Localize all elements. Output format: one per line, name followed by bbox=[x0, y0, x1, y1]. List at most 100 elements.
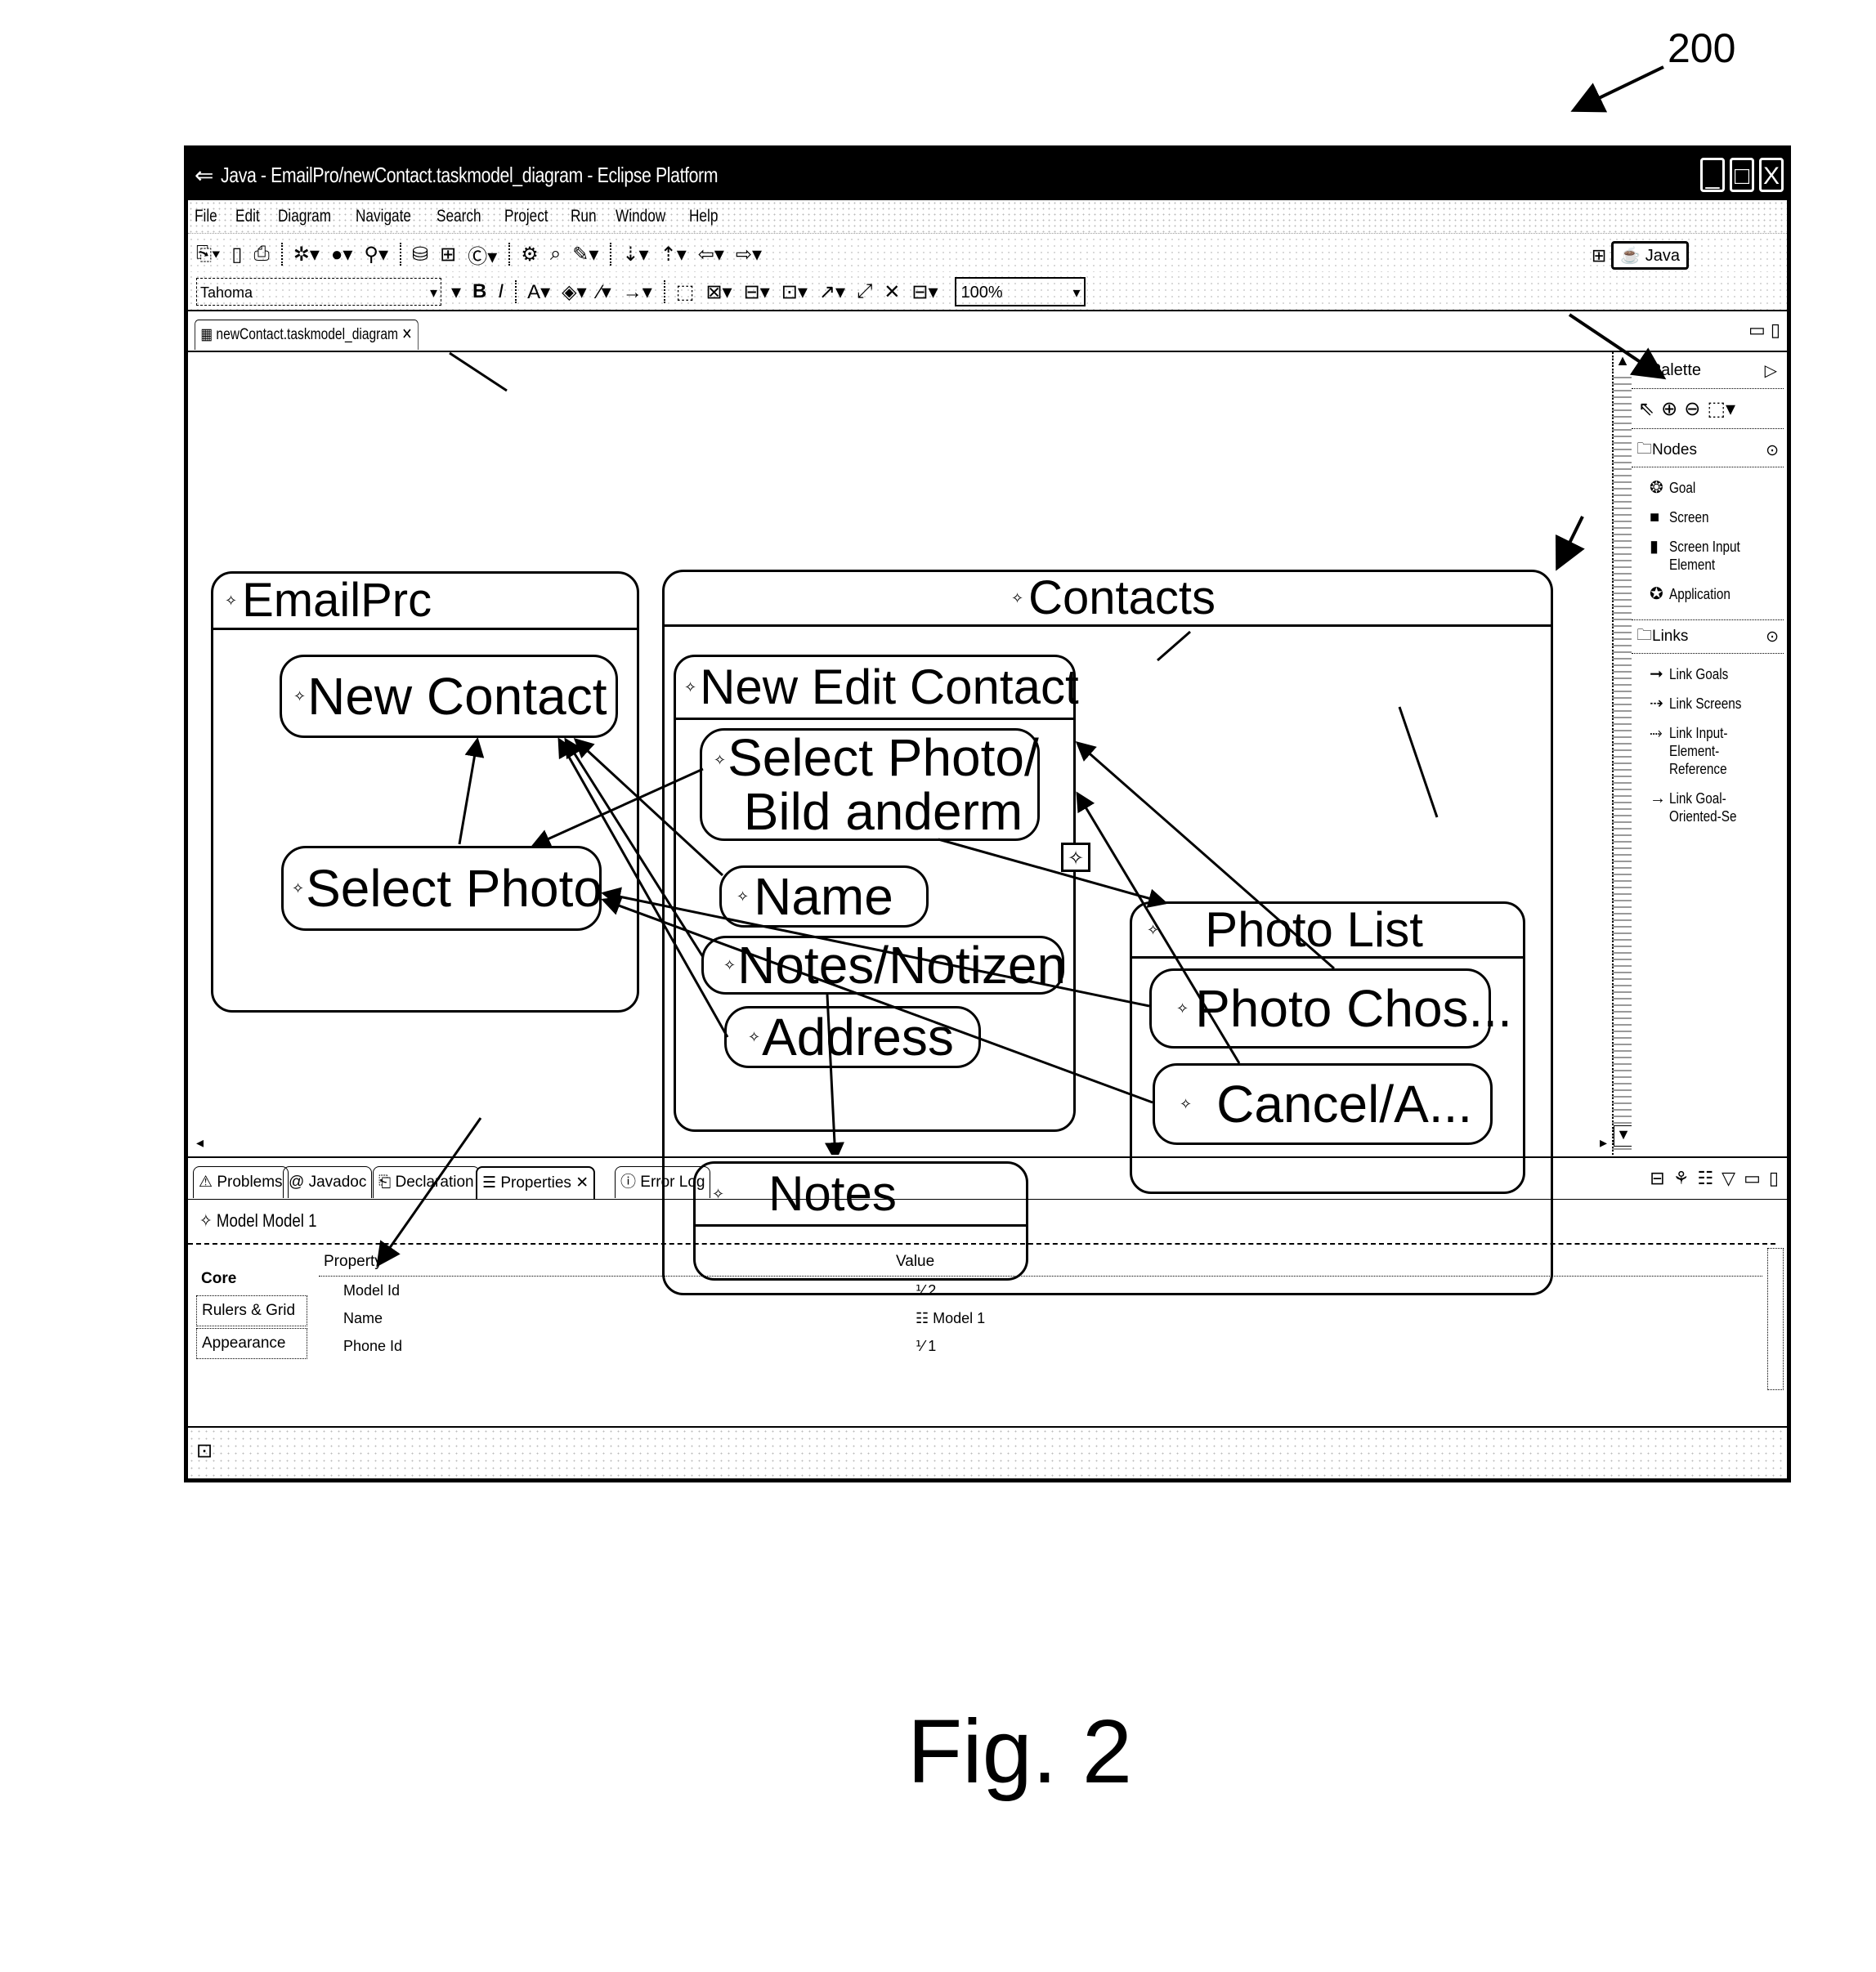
close-tab-icon[interactable]: ✕ bbox=[401, 326, 412, 343]
node-address[interactable]: ✧ Address bbox=[724, 1006, 981, 1068]
auto-size-icon[interactable]: ⤢ bbox=[857, 280, 872, 303]
minimize-view-icon[interactable]: ▭ bbox=[1744, 1168, 1761, 1189]
route-icon[interactable]: ↗▾ bbox=[819, 280, 845, 304]
menu-file[interactable]: File bbox=[195, 207, 217, 226]
select-tool-icon[interactable]: ⇖ bbox=[1638, 397, 1654, 421]
new-package-icon[interactable]: ⊞ bbox=[440, 243, 456, 266]
menu-search[interactable]: Search bbox=[437, 207, 481, 226]
category-tab-core[interactable]: Core bbox=[196, 1264, 307, 1294]
palette-entry-link-goals[interactable]: ➞ Link Goals bbox=[1632, 665, 1784, 683]
prev-annotation-icon[interactable]: ⇡▾ bbox=[660, 243, 687, 266]
next-annotation-icon[interactable]: ⇣▾ bbox=[622, 243, 648, 266]
node-notes-notizen[interactable]: ✧ Notes/Notizen bbox=[701, 936, 1066, 995]
container-emailprc[interactable]: ✧ EmailPrc bbox=[211, 571, 639, 1013]
maximize-button[interactable]: □ bbox=[1730, 158, 1754, 192]
canvas-vertical-scrollbar[interactable]: ▲ ▼ bbox=[1612, 352, 1633, 1155]
menu-project[interactable]: Project bbox=[504, 207, 548, 226]
java-perspective-button[interactable]: ☕ Java bbox=[1611, 241, 1689, 270]
minimize-button[interactable]: _ bbox=[1700, 158, 1725, 192]
column-header-property[interactable]: Property bbox=[319, 1248, 896, 1276]
open-type-icon[interactable]: ⚙ bbox=[521, 243, 539, 266]
categories-icon[interactable]: ☷ bbox=[1697, 1168, 1713, 1189]
view-menu-icon[interactable]: ▽ bbox=[1722, 1168, 1735, 1189]
line-color-icon[interactable]: ∕▾ bbox=[598, 280, 611, 304]
line-style-icon[interactable]: →▾ bbox=[623, 280, 652, 304]
select-all-icon[interactable]: ⬚ bbox=[676, 280, 695, 304]
node-select-photo-bild[interactable]: ✧ Select Photo/ Bild anderm bbox=[700, 728, 1040, 841]
bold-icon[interactable]: B bbox=[472, 280, 486, 303]
pin-view-icon[interactable]: ⊟ bbox=[1650, 1168, 1664, 1189]
table-row[interactable]: Name ☷ Model 1 bbox=[319, 1304, 1762, 1332]
arrange-icon[interactable]: ⊠▾ bbox=[705, 280, 732, 304]
external-tools-icon[interactable]: ⚲▾ bbox=[364, 243, 388, 266]
editor-tab-diagram[interactable]: ▦ newContact.taskmodel_diagram ✕ bbox=[195, 320, 419, 350]
menu-help[interactable]: Help bbox=[689, 207, 718, 226]
property-value[interactable]: Model 1 bbox=[933, 1310, 985, 1326]
new-class-icon[interactable]: Ⓒ▾ bbox=[468, 240, 497, 269]
table-row[interactable]: Phone Id ⅟ 1 bbox=[319, 1332, 1762, 1360]
forward-icon[interactable]: ⇨▾ bbox=[736, 243, 762, 266]
close-button[interactable]: X bbox=[1759, 158, 1784, 192]
canvas-scroll-right-icon[interactable]: ▸ bbox=[1600, 1134, 1607, 1151]
property-value[interactable]: 2 bbox=[928, 1282, 936, 1299]
palette-entry-link-goal-oriented[interactable]: → Link Goal-Oriented-Se bbox=[1632, 789, 1784, 825]
marquee-tool-icon[interactable]: ⬚▾ bbox=[1707, 397, 1735, 421]
new-java-project-icon[interactable]: ⛁ bbox=[412, 243, 428, 266]
column-header-value[interactable]: Value bbox=[896, 1248, 1762, 1276]
palette-entry-screen[interactable]: ■ Screen bbox=[1632, 508, 1784, 526]
palette-drawer-nodes[interactable]: 🗀 Nodes ⊙ bbox=[1632, 434, 1784, 467]
palette-entry-link-screens[interactable]: ⇢ Link Screens bbox=[1632, 695, 1784, 713]
tab-declaration[interactable]: ⎗ Declaration bbox=[373, 1166, 480, 1198]
palette-drawer-links[interactable]: 🗀 Links ⊙ bbox=[1632, 619, 1784, 654]
tab-properties[interactable]: ☰ Properties ✕ bbox=[476, 1166, 596, 1199]
scroll-down-icon[interactable]: ▼ bbox=[1614, 1125, 1633, 1147]
connection-handle[interactable]: ✧ bbox=[1061, 843, 1090, 872]
menu-edit[interactable]: Edit bbox=[235, 207, 260, 226]
fast-view-icon[interactable]: ⊡ bbox=[196, 1439, 213, 1463]
save-icon[interactable]: ▯ bbox=[231, 243, 242, 266]
debug-icon[interactable]: ✲▾ bbox=[293, 243, 320, 266]
print-icon[interactable]: ⎙ bbox=[254, 243, 270, 266]
node-photo-chos[interactable]: ✧ Photo Chos... bbox=[1149, 968, 1512, 1049]
drawer-pin-icon[interactable]: ⊙ bbox=[1766, 628, 1779, 646]
drawer-pin-icon[interactable]: ⊙ bbox=[1766, 441, 1779, 460]
italic-icon[interactable]: I bbox=[498, 280, 504, 303]
delete-icon[interactable]: ✕ bbox=[884, 280, 900, 304]
menu-run[interactable]: Run bbox=[571, 207, 597, 226]
tab-problems[interactable]: ⚠ Problems bbox=[193, 1166, 289, 1198]
menu-diagram[interactable]: Diagram bbox=[278, 207, 331, 226]
maximize-editor-icon[interactable]: ▯ bbox=[1771, 320, 1780, 340]
menu-window[interactable]: Window bbox=[616, 207, 665, 226]
zoom-out-tool-icon[interactable]: ⊖ bbox=[1684, 397, 1700, 421]
palette-entry-application[interactable]: ✪ Application bbox=[1632, 585, 1784, 603]
property-value[interactable]: 1 bbox=[928, 1338, 936, 1354]
canvas-scroll-left-icon[interactable]: ◂ bbox=[196, 1134, 204, 1151]
maximize-view-icon[interactable]: ▯ bbox=[1769, 1168, 1779, 1189]
node-new-contact[interactable]: ✧ New Contact bbox=[280, 655, 618, 738]
search-icon[interactable]: ⌕ bbox=[550, 243, 561, 266]
pen-icon[interactable]: ✎▾ bbox=[572, 243, 598, 266]
palette-entry-screen-input-element[interactable]: ▮ Screen Input Element bbox=[1632, 538, 1784, 574]
menu-navigate[interactable]: Navigate bbox=[356, 207, 411, 226]
diagram-canvas[interactable]: ✧ EmailPrc ✧ New Contact ✧ Select Photo … bbox=[191, 352, 1612, 1295]
node-select-photo[interactable]: ✧ Select Photo bbox=[281, 846, 602, 931]
open-perspective-icon[interactable]: ⊞ bbox=[1592, 245, 1606, 266]
font-size-icon[interactable]: ▾ bbox=[451, 280, 461, 304]
category-tab-appearance[interactable]: Appearance bbox=[196, 1328, 307, 1359]
node-cancel[interactable]: ✧ Cancel/A... bbox=[1153, 1063, 1493, 1145]
table-row[interactable]: Model Id ⅟ 2 bbox=[319, 1277, 1762, 1304]
tab-error-log[interactable]: ⓘ Error Log bbox=[615, 1166, 711, 1198]
back-icon[interactable]: ⇦▾ bbox=[698, 243, 724, 266]
zoom-in-tool-icon[interactable]: ⊕ bbox=[1661, 397, 1677, 421]
close-tab-icon[interactable]: ✕ bbox=[571, 1174, 589, 1192]
layout-icon[interactable]: ⊟▾ bbox=[911, 280, 938, 304]
category-tab-rulers-grid[interactable]: Rulers & Grid bbox=[196, 1295, 307, 1326]
palette-entry-link-input-element-reference[interactable]: ⤑ Link Input-Element-Reference bbox=[1632, 724, 1784, 778]
tab-javadoc[interactable]: @ Javadoc bbox=[283, 1166, 373, 1198]
node-name[interactable]: ✧ Name bbox=[719, 865, 929, 928]
palette-entry-goal[interactable]: ❂ Goal bbox=[1632, 479, 1784, 497]
run-icon[interactable]: ●▾ bbox=[331, 243, 353, 266]
distribute-icon[interactable]: ⊡▾ bbox=[781, 280, 808, 304]
align-icon[interactable]: ⊟▾ bbox=[744, 280, 770, 304]
zoom-combo[interactable]: 100% ▾ bbox=[954, 277, 1086, 306]
